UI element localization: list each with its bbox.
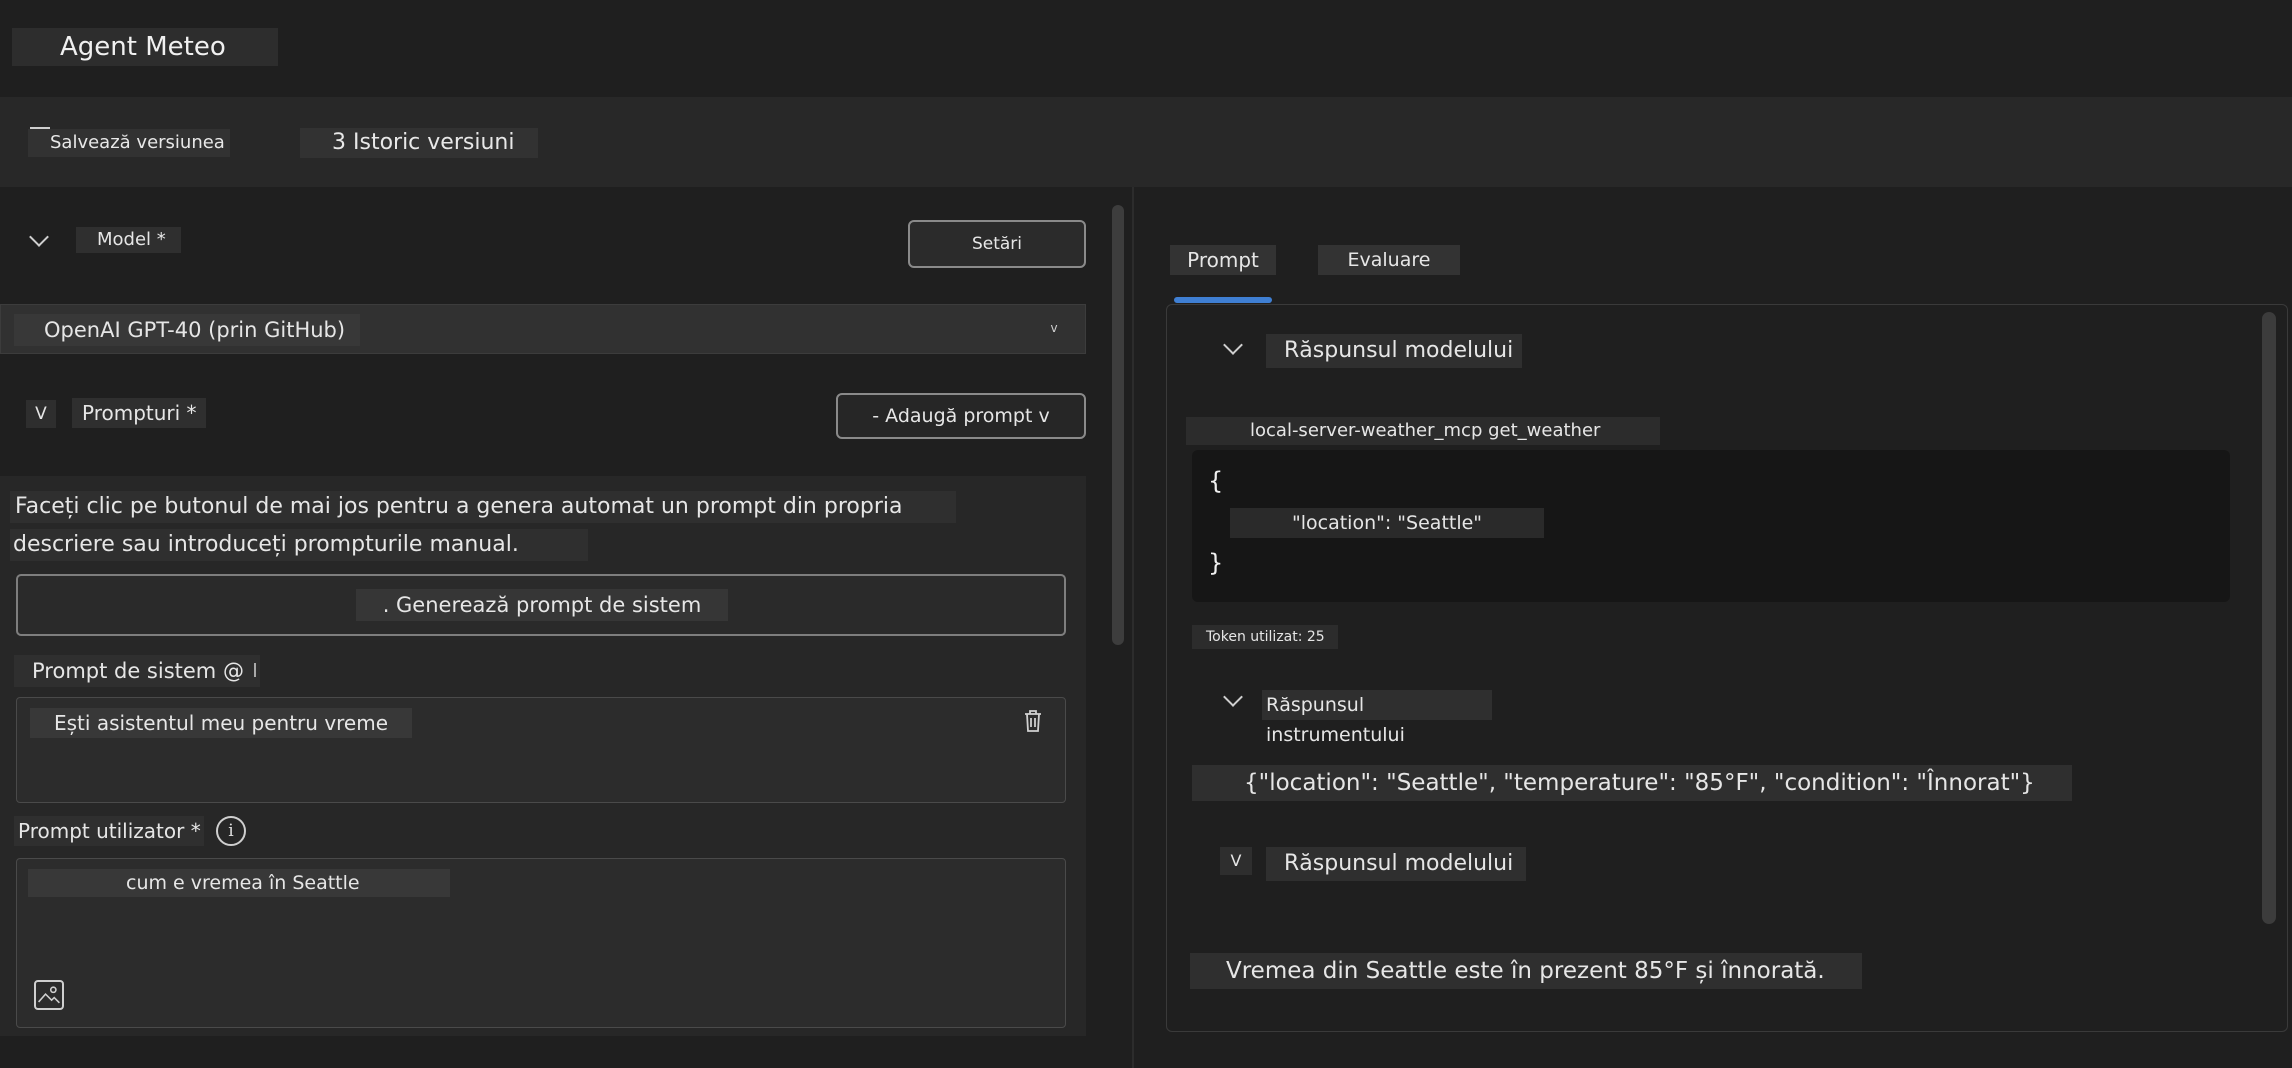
response-scrollbar[interactable] (2262, 312, 2276, 924)
system-prompt-label: Prompt de sistem @ (14, 655, 260, 687)
chevron-down-icon[interactable]: v (1044, 318, 1064, 338)
user-prompt-label: Prompt utilizator * (14, 816, 204, 846)
tab-prompt[interactable]: Prompt (1170, 245, 1276, 275)
user-prompt-value: cum e vremea în Seattle (28, 869, 450, 897)
tool-call-name: local-server-weather_mcp get_weather (1186, 417, 1660, 445)
settings-button[interactable]: Setări (908, 220, 1086, 268)
generate-system-prompt-label: . Generează prompt de sistem (356, 589, 728, 621)
model-collapse-chevron-icon[interactable] (28, 230, 50, 252)
prompts-collapse-toggle[interactable]: V (26, 400, 56, 428)
model-response-chevron-icon[interactable] (1222, 338, 1244, 360)
model-section-label: Model * (76, 227, 181, 253)
model-response2-toggle[interactable]: V (1220, 847, 1252, 875)
trash-icon[interactable] (1022, 709, 1044, 733)
model-response2-label: Răspunsul modelului (1266, 847, 1526, 881)
tool-response-chevron-icon[interactable] (1222, 690, 1244, 712)
model-select-value: OpenAI GPT-40 (prin GitHub) (14, 314, 360, 346)
active-tab-indicator (1174, 297, 1272, 303)
code-close-brace: } (1208, 549, 1224, 577)
code-argument: "location": "Seattle" (1230, 508, 1544, 538)
title-bar (0, 0, 2292, 97)
response-panel (1166, 304, 2288, 1032)
model-response-label: Răspunsul modelului (1266, 334, 1522, 368)
tool-response-json: {"location": "Seattle", "temperature": "… (1192, 765, 2072, 801)
prompts-description-line2: descriere sau introduceți prompturile ma… (10, 529, 588, 561)
prompts-description-line1: Faceți clic pe butonul de mai jos pentru… (10, 491, 956, 523)
image-icon[interactable] (34, 980, 64, 1010)
final-answer-text: Vremea din Seattle este în prezent 85°F … (1190, 953, 1862, 989)
save-version-label: Salvează versiunea (50, 132, 225, 153)
tab-evaluation[interactable]: Evaluare (1318, 245, 1460, 275)
system-prompt-label-text: Prompt de sistem @ (32, 659, 244, 683)
panel-divider[interactable] (1132, 187, 1134, 1068)
code-open-brace: { (1208, 467, 1224, 495)
prompts-section-label: Prompturi * (72, 398, 206, 428)
token-usage: Token utilizat: 25 (1192, 625, 1338, 649)
save-version-button[interactable]: Salvează versiunea (28, 127, 230, 157)
add-prompt-button[interactable]: - Adaugă prompt v (836, 393, 1086, 439)
tool-response-label: Răspunsul instrumentului (1262, 690, 1492, 746)
app-title: Agent Meteo (12, 28, 278, 66)
info-icon[interactable]: i (216, 816, 246, 846)
left-panel-scrollbar[interactable] (1112, 205, 1124, 645)
system-prompt-value: Ești asistentul meu pentru vreme (30, 708, 412, 738)
version-history-button[interactable]: 3 Istoric versiuni (300, 128, 538, 158)
